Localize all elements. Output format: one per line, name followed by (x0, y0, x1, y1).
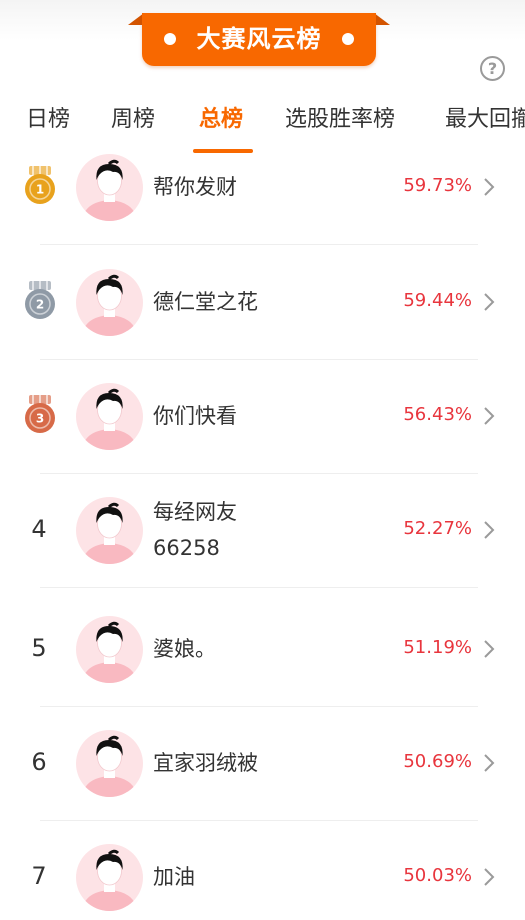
user-name-line1: 每经网友 (153, 500, 237, 524)
user-name: 加油 (153, 865, 195, 889)
rank-number: 5 (31, 634, 47, 662)
svg-text:2: 2 (36, 298, 44, 312)
chevron-right-icon[interactable] (482, 639, 496, 659)
win-rate: 59.44% (403, 290, 472, 311)
chevron-right-icon[interactable] (482, 292, 496, 312)
win-rate: 52.27% (403, 518, 472, 539)
svg-text:1: 1 (36, 183, 44, 197)
banner: 大赛风云榜 (128, 13, 390, 69)
ranking-row[interactable]: 1 帮你发财 59.73% (0, 130, 525, 245)
ranking-row[interactable]: 6 宜家羽绒被 50.69% (0, 706, 525, 821)
rank-number: 4 (31, 515, 47, 543)
banner-title: 大赛风云榜 (196, 25, 322, 53)
avatar[interactable] (76, 154, 143, 221)
banner-fold-right (374, 13, 390, 25)
user-name: 帮你发财 (153, 175, 237, 199)
chevron-right-icon[interactable] (482, 867, 496, 887)
ranking-row[interactable]: 4 每经网友 66258 52.27% (0, 473, 525, 588)
row-divider (40, 587, 478, 588)
ranking-row[interactable]: 5 婆娘。 51.19% (0, 592, 525, 707)
avatar[interactable] (76, 383, 143, 450)
chevron-right-icon[interactable] (482, 177, 496, 197)
win-rate: 56.43% (403, 404, 472, 425)
ranking-row[interactable]: 7 加油 50.03% (0, 820, 525, 920)
question-icon[interactable]: ? (480, 56, 505, 81)
user-name-line2: 66258 (153, 536, 220, 560)
bronze-medal-icon: 3 (23, 394, 57, 434)
user-name: 婆娘。 (153, 637, 216, 661)
avatar[interactable] (76, 497, 143, 564)
banner-dot-icon (342, 33, 354, 45)
banner-ribbon: 大赛风云榜 (142, 13, 376, 66)
user-name: 德仁堂之花 (153, 290, 258, 314)
user-name: 宜家羽绒被 (153, 751, 258, 775)
leaderboard-page: 大赛风云榜 ? 日榜 周榜 总榜 选股胜率榜 最大回撤 1 帮你发财 59.73% 2… (0, 0, 525, 920)
rank-number: 6 (31, 748, 47, 776)
silver-medal-icon: 2 (23, 280, 57, 320)
user-name: 你们快看 (153, 404, 237, 428)
gold-medal-icon: 1 (23, 165, 57, 205)
avatar[interactable] (76, 730, 143, 797)
chevron-right-icon[interactable] (482, 520, 496, 540)
win-rate: 50.03% (403, 865, 472, 886)
chevron-right-icon[interactable] (482, 753, 496, 773)
rank-number: 7 (31, 862, 47, 890)
user-name: 每经网友 66258 (153, 494, 237, 566)
ranking-row[interactable]: 3 你们快看 56.43% (0, 359, 525, 474)
avatar[interactable] (76, 269, 143, 336)
win-rate: 50.69% (403, 751, 472, 772)
chevron-right-icon[interactable] (482, 406, 496, 426)
avatar[interactable] (76, 844, 143, 911)
avatar[interactable] (76, 616, 143, 683)
win-rate: 51.19% (403, 637, 472, 658)
ranking-row[interactable]: 2 德仁堂之花 59.44% (0, 245, 525, 360)
svg-text:3: 3 (36, 412, 44, 426)
win-rate: 59.73% (403, 175, 472, 196)
